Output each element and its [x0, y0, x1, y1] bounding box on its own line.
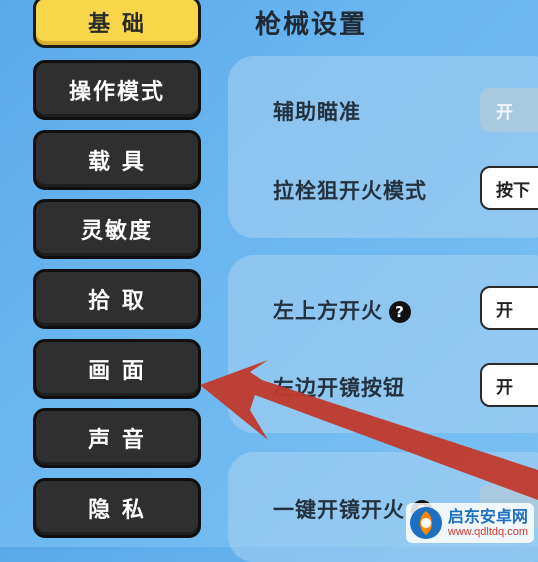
watermark-title: 启东安卓网 [447, 507, 528, 527]
watermark: 启东安卓网 www.qdltdq.com [405, 503, 534, 543]
red-arrow-annotation [200, 360, 538, 500]
watermark-logo-icon [409, 507, 442, 539]
watermark-url: www.qdltdq.com [447, 525, 528, 538]
